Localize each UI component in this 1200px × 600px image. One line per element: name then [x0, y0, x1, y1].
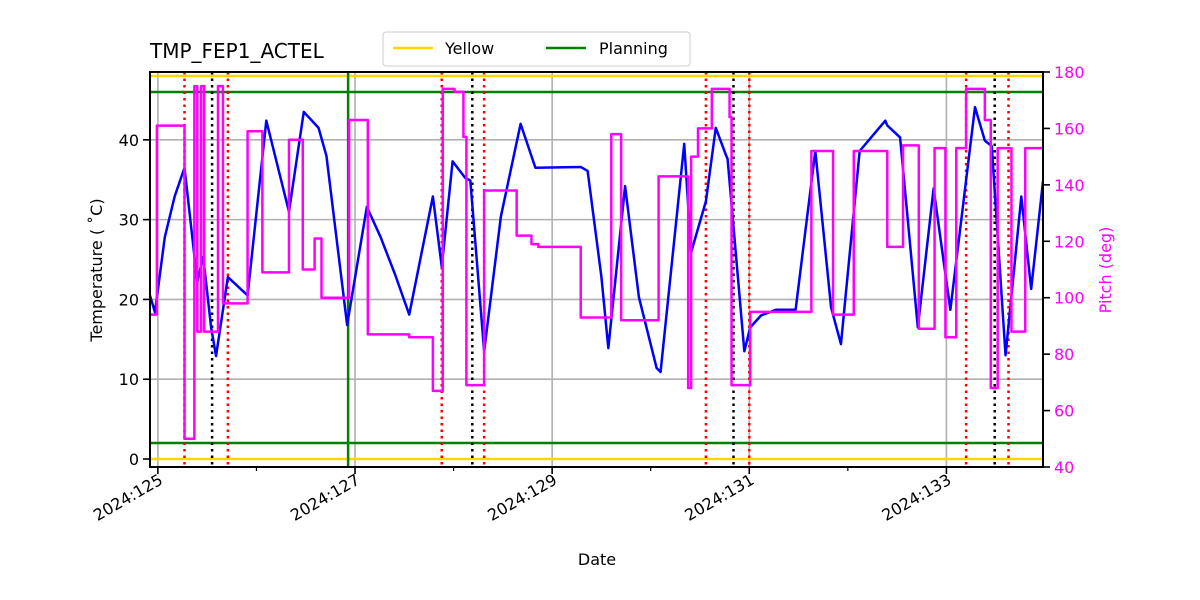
y2-tick-label: 40: [1054, 458, 1074, 477]
y2-tick-label: 180: [1054, 63, 1085, 82]
y2-axis-label: Pitch (deg): [1096, 227, 1115, 314]
x-tick-label: 2024:133: [879, 470, 955, 525]
legend: Yellow Planning: [382, 31, 691, 67]
x-axis-label: Date: [578, 550, 616, 569]
y-tick-label: 30: [119, 211, 139, 230]
y-axis-right: 40 60 80 100 120 140 160 180: [1043, 63, 1085, 477]
y2-tick-label: 160: [1054, 119, 1085, 138]
plot-frame: [149, 71, 1044, 468]
line-tmp-fep1-actel: [150, 105, 1043, 374]
series-tmp-fep1-actel: [150, 105, 1043, 374]
y2-tick-label: 60: [1054, 402, 1074, 421]
limit-lines: [150, 74, 1043, 461]
y-axis-label: Temperature ( ˚C): [87, 198, 106, 342]
y2-tick-label: 120: [1054, 232, 1085, 251]
x-tick-label: 2024:125: [90, 470, 166, 525]
y-tick-label: 40: [119, 131, 139, 150]
y2-tick-label: 100: [1054, 289, 1085, 308]
y-tick-label: 10: [119, 370, 139, 389]
chart-title: TMP_FEP1_ACTEL: [149, 39, 325, 63]
y-tick-label: 20: [119, 290, 139, 309]
y2-tick-label: 140: [1054, 176, 1085, 195]
grid: [150, 72, 1043, 467]
legend-label-planning: Planning: [599, 39, 668, 58]
series-pitch: [150, 84, 1043, 441]
y2-tick-label: 80: [1054, 345, 1074, 364]
x-tick-label: 2024:129: [484, 470, 560, 525]
chart: 2024:125 2024:127 2024:129 2024:131 2024:133…: [87, 31, 1115, 569]
y-axis-left: 0 10 20 30 40: [119, 131, 150, 469]
y-tick-label: 0: [129, 450, 139, 469]
x-tick-label: 2024:131: [681, 470, 757, 525]
line-pitch: [150, 84, 1043, 441]
series-lines: [150, 84, 1043, 441]
x-tick-label: 2024:127: [287, 470, 363, 525]
legend-label-yellow: Yellow: [444, 39, 494, 58]
x-axis: 2024:125 2024:127 2024:129 2024:131 2024:133: [90, 467, 954, 525]
